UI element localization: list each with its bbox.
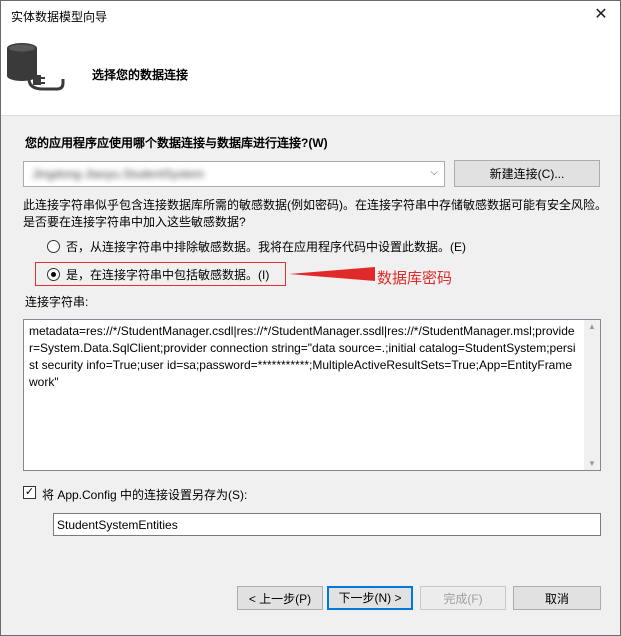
save-config-label: 将 App.Config 中的连接设置另存为(S): bbox=[42, 488, 248, 502]
title-bar: 实体数据模型向导 ✕ bbox=[1, 1, 620, 31]
radio-label: 否，从连接字符串中排除敏感数据。我将在应用程序代码中设置此数据。(E) bbox=[66, 240, 466, 254]
connection-string-text: metadata=res://*/StudentManager.csdl|res… bbox=[29, 324, 576, 389]
entity-name-input[interactable]: StudentSystemEntities bbox=[53, 513, 601, 536]
connection-question: 您的应用程序应使用哪个数据连接与数据库进行连接?(W) bbox=[25, 136, 328, 150]
cancel-button[interactable]: 取消 bbox=[513, 586, 601, 610]
entity-name-value: StudentSystemEntities bbox=[57, 518, 178, 532]
radio-button-selected[interactable] bbox=[47, 268, 60, 281]
scroll-up-icon[interactable]: ▲ bbox=[588, 322, 596, 331]
connection-select-value: Jingdong-Jiaoyu.StudentSystem bbox=[32, 167, 205, 181]
window-title: 实体数据模型向导 bbox=[11, 10, 108, 24]
radio-button[interactable] bbox=[47, 240, 60, 253]
vertical-scrollbar[interactable]: ▲ ▼ bbox=[584, 320, 600, 470]
wizard-header: 选择您的数据连接 bbox=[1, 31, 620, 116]
database-plug-icon bbox=[7, 43, 65, 91]
next-button[interactable]: 下一步(N) > bbox=[327, 586, 413, 610]
save-config-checkbox[interactable]: ✓ bbox=[23, 486, 36, 499]
annotation-arrow-icon bbox=[289, 267, 375, 281]
radio-label: 是，在连接字符串中包括敏感数据。(I) bbox=[66, 268, 270, 282]
connection-select[interactable]: Jingdong-Jiaoyu.StudentSystem ⌵ bbox=[23, 161, 445, 187]
connection-string-textbox[interactable]: metadata=res://*/StudentManager.csdl|res… bbox=[23, 319, 601, 471]
scroll-down-icon[interactable]: ▼ bbox=[588, 459, 596, 468]
chevron-down-icon[interactable]: ⌵ bbox=[430, 167, 438, 178]
annotation-text: 数据库密码 bbox=[377, 270, 453, 287]
wizard-window: 实体数据模型向导 ✕ 选择您的数据连接 您的应用程序应使用哪个数据连接与数据库进… bbox=[0, 0, 621, 636]
prev-button[interactable]: < 上一步(P) bbox=[237, 586, 323, 610]
close-icon[interactable]: ✕ bbox=[590, 5, 612, 25]
connection-string-label: 连接字符串: bbox=[25, 295, 89, 309]
finish-button[interactable]: 完成(F) bbox=[420, 586, 506, 610]
header-title: 选择您的数据连接 bbox=[92, 68, 189, 82]
sensitive-data-description: 此连接字符串似乎包含连接数据库所需的敏感数据(例如密码)。在连接字符串中存储敏感… bbox=[23, 198, 607, 229]
new-connection-button[interactable]: 新建连接(C)... bbox=[454, 160, 600, 187]
